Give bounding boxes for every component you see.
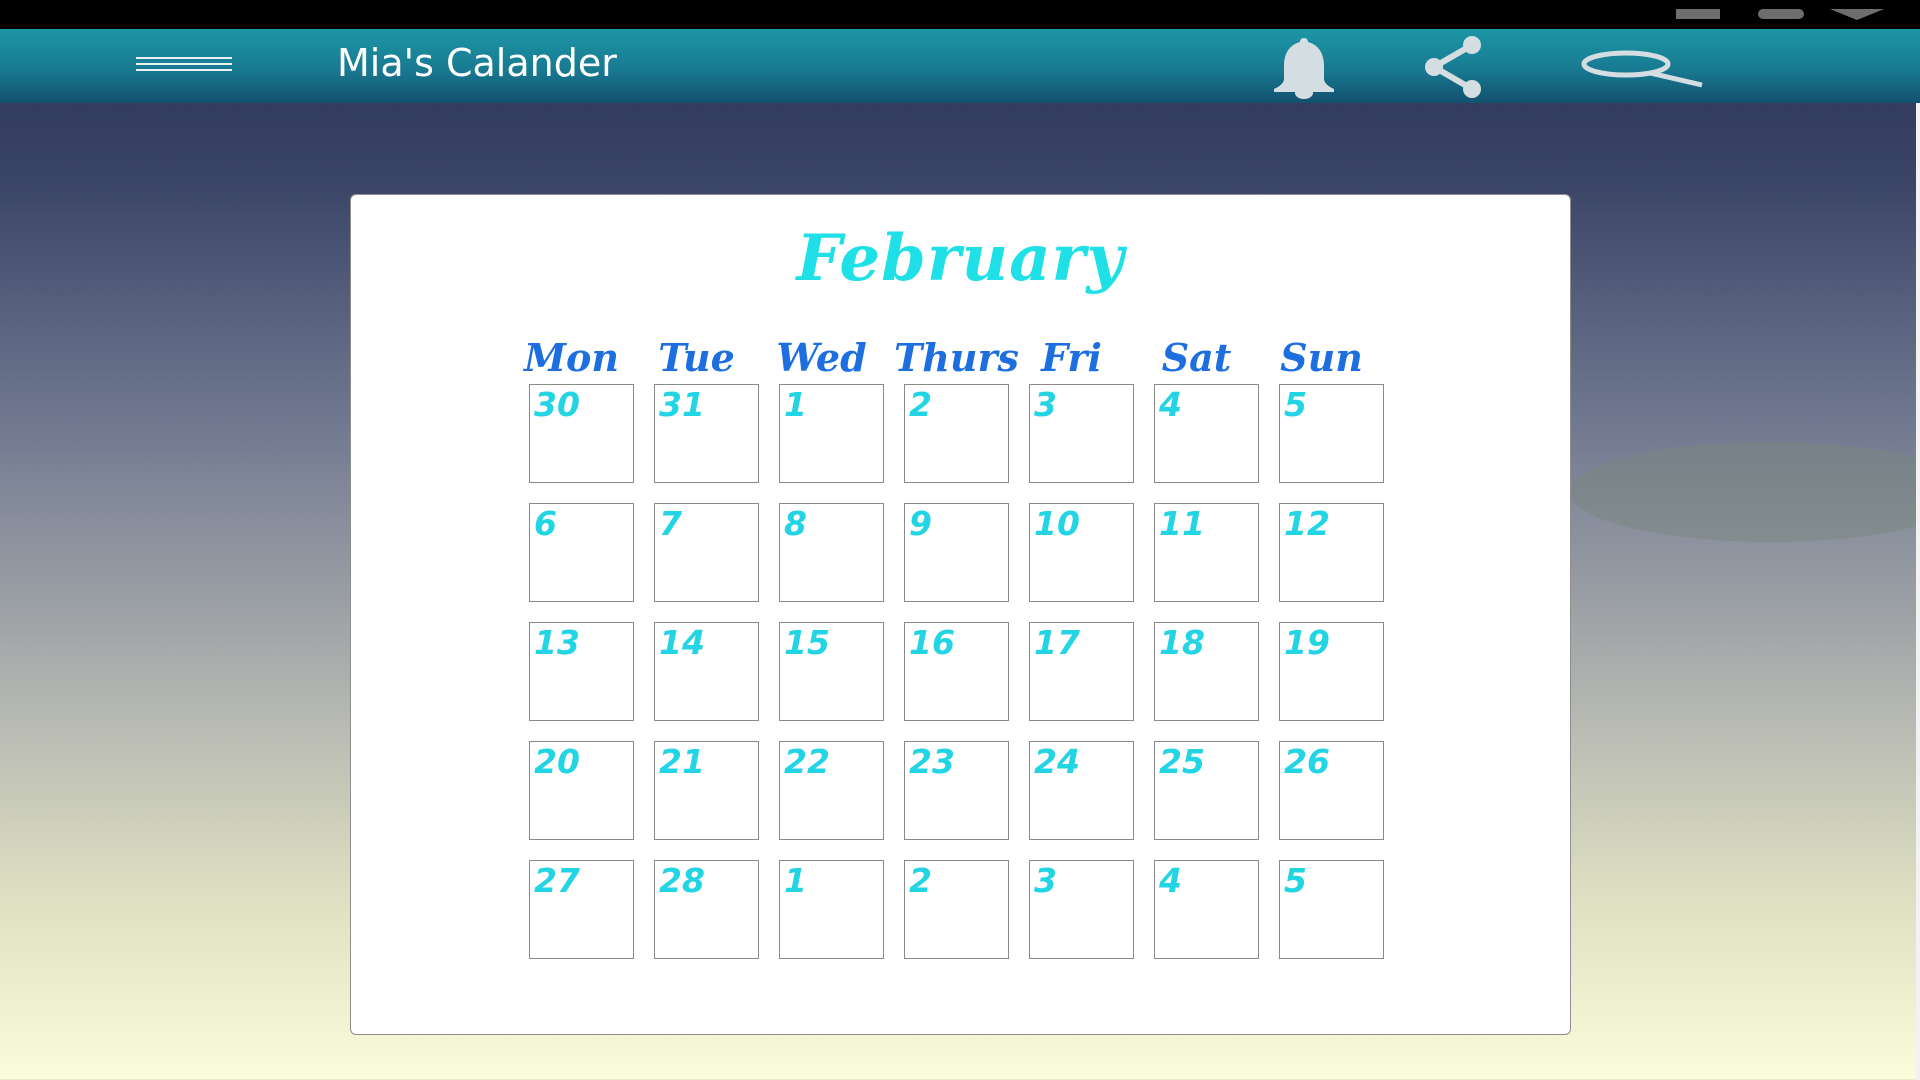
app-title: Mia's Calander (337, 41, 617, 85)
day-number: 15 (784, 623, 830, 662)
day-cell[interactable]: 28 (654, 860, 759, 959)
day-cell[interactable]: 2 (904, 384, 1009, 483)
day-number: 19 (1284, 623, 1330, 662)
day-number: 28 (659, 861, 705, 900)
day-number: 20 (534, 742, 580, 781)
day-cell[interactable]: 13 (529, 622, 634, 721)
day-number: 1 (784, 385, 807, 424)
day-cell[interactable]: 26 (1279, 741, 1384, 840)
day-cell[interactable]: 4 (1154, 860, 1259, 959)
day-number: 13 (534, 623, 580, 662)
background-shape (1570, 442, 1920, 542)
bell-icon[interactable] (1268, 35, 1340, 99)
day-number: 10 (1034, 504, 1080, 543)
minimize-icon[interactable] (1676, 9, 1720, 19)
day-cell[interactable]: 30 (529, 384, 634, 483)
day-number: 7 (659, 504, 682, 543)
day-cell[interactable]: 24 (1029, 741, 1134, 840)
day-number: 4 (1159, 861, 1182, 900)
weekday-header: Thurs (894, 335, 1019, 380)
system-bar (0, 0, 1920, 29)
day-cell[interactable]: 15 (779, 622, 884, 721)
day-cell[interactable]: 3 (1029, 860, 1134, 959)
weekday-header: Wed (776, 335, 867, 380)
day-number: 30 (534, 385, 580, 424)
day-cell[interactable]: 4 (1154, 384, 1259, 483)
calendar-card: February Mon Tue Wed Thurs Fri Sat Sun 3… (350, 194, 1571, 1035)
day-number: 5 (1284, 385, 1307, 424)
search-icon[interactable] (1580, 49, 1704, 89)
dropdown-arrow-icon[interactable] (1830, 9, 1884, 20)
weekday-header: Mon (523, 335, 620, 380)
day-number: 11 (1159, 504, 1205, 543)
day-cell[interactable]: 1 (779, 384, 884, 483)
day-number: 4 (1159, 385, 1182, 424)
day-number: 18 (1159, 623, 1205, 662)
day-number: 22 (784, 742, 830, 781)
app-header: Mia's Calander (0, 29, 1920, 103)
day-cell[interactable]: 18 (1154, 622, 1259, 721)
day-cell[interactable]: 2 (904, 860, 1009, 959)
day-cell[interactable]: 10 (1029, 503, 1134, 602)
day-number: 27 (534, 861, 580, 900)
day-cell[interactable]: 5 (1279, 860, 1384, 959)
weekday-header: Fri (1041, 335, 1102, 380)
day-cell[interactable]: 25 (1154, 741, 1259, 840)
day-cell[interactable]: 16 (904, 622, 1009, 721)
day-number: 1 (784, 861, 807, 900)
day-number: 5 (1284, 861, 1307, 900)
day-cell[interactable]: 3 (1029, 384, 1134, 483)
day-cell[interactable]: 19 (1279, 622, 1384, 721)
day-cell[interactable]: 14 (654, 622, 759, 721)
day-number: 2 (909, 861, 932, 900)
day-number: 24 (1034, 742, 1080, 781)
weekday-header: Sun (1280, 335, 1363, 380)
day-number: 9 (909, 504, 932, 543)
day-cell[interactable]: 8 (779, 503, 884, 602)
day-number: 2 (909, 385, 932, 424)
weekday-header: Sat (1161, 335, 1232, 380)
day-number: 26 (1284, 742, 1330, 781)
day-number: 25 (1159, 742, 1205, 781)
side-panel-edge (1916, 103, 1920, 1080)
day-number: 23 (909, 742, 955, 781)
day-cell[interactable]: 6 (529, 503, 634, 602)
day-number: 3 (1034, 385, 1057, 424)
day-number: 14 (659, 623, 705, 662)
maximize-icon[interactable] (1758, 9, 1804, 19)
day-cell[interactable]: 27 (529, 860, 634, 959)
share-icon[interactable] (1420, 35, 1488, 99)
day-number: 17 (1034, 623, 1080, 662)
day-cell[interactable]: 12 (1279, 503, 1384, 602)
day-cell[interactable]: 11 (1154, 503, 1259, 602)
day-cell[interactable]: 23 (904, 741, 1009, 840)
weekday-header: Tue (658, 335, 735, 380)
menu-icon[interactable] (136, 55, 232, 75)
month-title: February (796, 221, 1125, 296)
day-number: 31 (659, 385, 705, 424)
day-cell[interactable]: 22 (779, 741, 884, 840)
day-number: 16 (909, 623, 955, 662)
day-cell[interactable]: 21 (654, 741, 759, 840)
day-number: 12 (1284, 504, 1330, 543)
day-cell[interactable]: 20 (529, 741, 634, 840)
day-cell[interactable]: 1 (779, 860, 884, 959)
day-number: 8 (784, 504, 807, 543)
day-number: 3 (1034, 861, 1057, 900)
day-number: 6 (534, 504, 557, 543)
day-cell[interactable]: 7 (654, 503, 759, 602)
day-number: 21 (659, 742, 705, 781)
day-cell[interactable]: 9 (904, 503, 1009, 602)
day-cell[interactable]: 17 (1029, 622, 1134, 721)
day-cell[interactable]: 31 (654, 384, 759, 483)
day-cell[interactable]: 5 (1279, 384, 1384, 483)
